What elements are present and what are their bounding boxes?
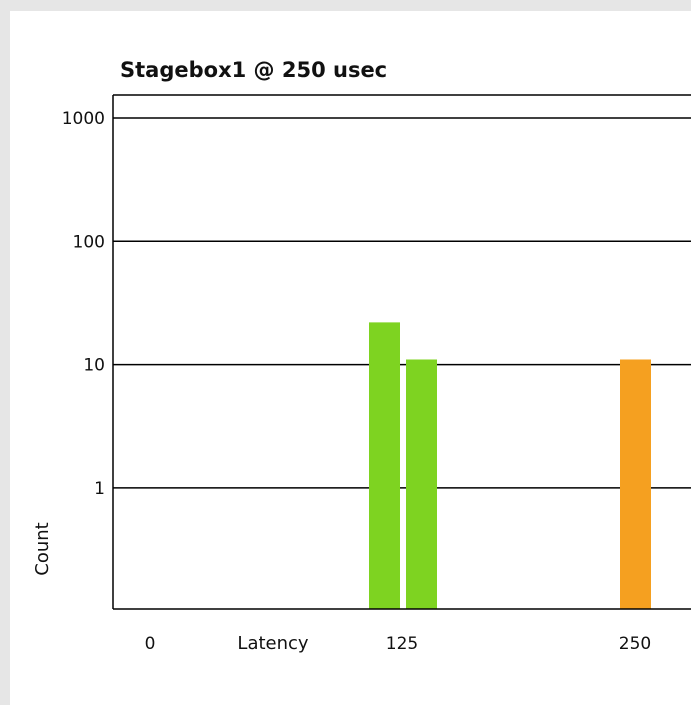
y-tick-label-10: 10 xyxy=(83,356,105,376)
chart-panel: Stagebox1 @ 250 usec 1 10 100 1000 0 Latenc… xyxy=(10,11,691,705)
y-axis-label: Count xyxy=(32,522,53,575)
chart-title: Stagebox1 @ 250 usec xyxy=(120,58,387,82)
bar-2 xyxy=(406,359,437,609)
x-tick-label-125: 125 xyxy=(386,634,418,654)
bars xyxy=(369,322,651,609)
latency-chart: Stagebox1 @ 250 usec 1 10 100 1000 0 Latenc… xyxy=(32,58,691,654)
grid-lines xyxy=(113,117,691,489)
x-axis-label: Latency xyxy=(237,633,308,654)
bar-3 xyxy=(620,359,651,609)
bar-1 xyxy=(369,322,400,609)
x-tick-label-0: 0 xyxy=(145,634,156,654)
y-tick-label-100: 100 xyxy=(73,232,105,252)
y-tick-label-1: 1 xyxy=(94,479,105,499)
y-tick-labels: 1 10 100 1000 xyxy=(62,109,105,499)
y-tick-label-1000: 1000 xyxy=(62,109,105,129)
x-tick-label-250: 250 xyxy=(619,634,651,654)
